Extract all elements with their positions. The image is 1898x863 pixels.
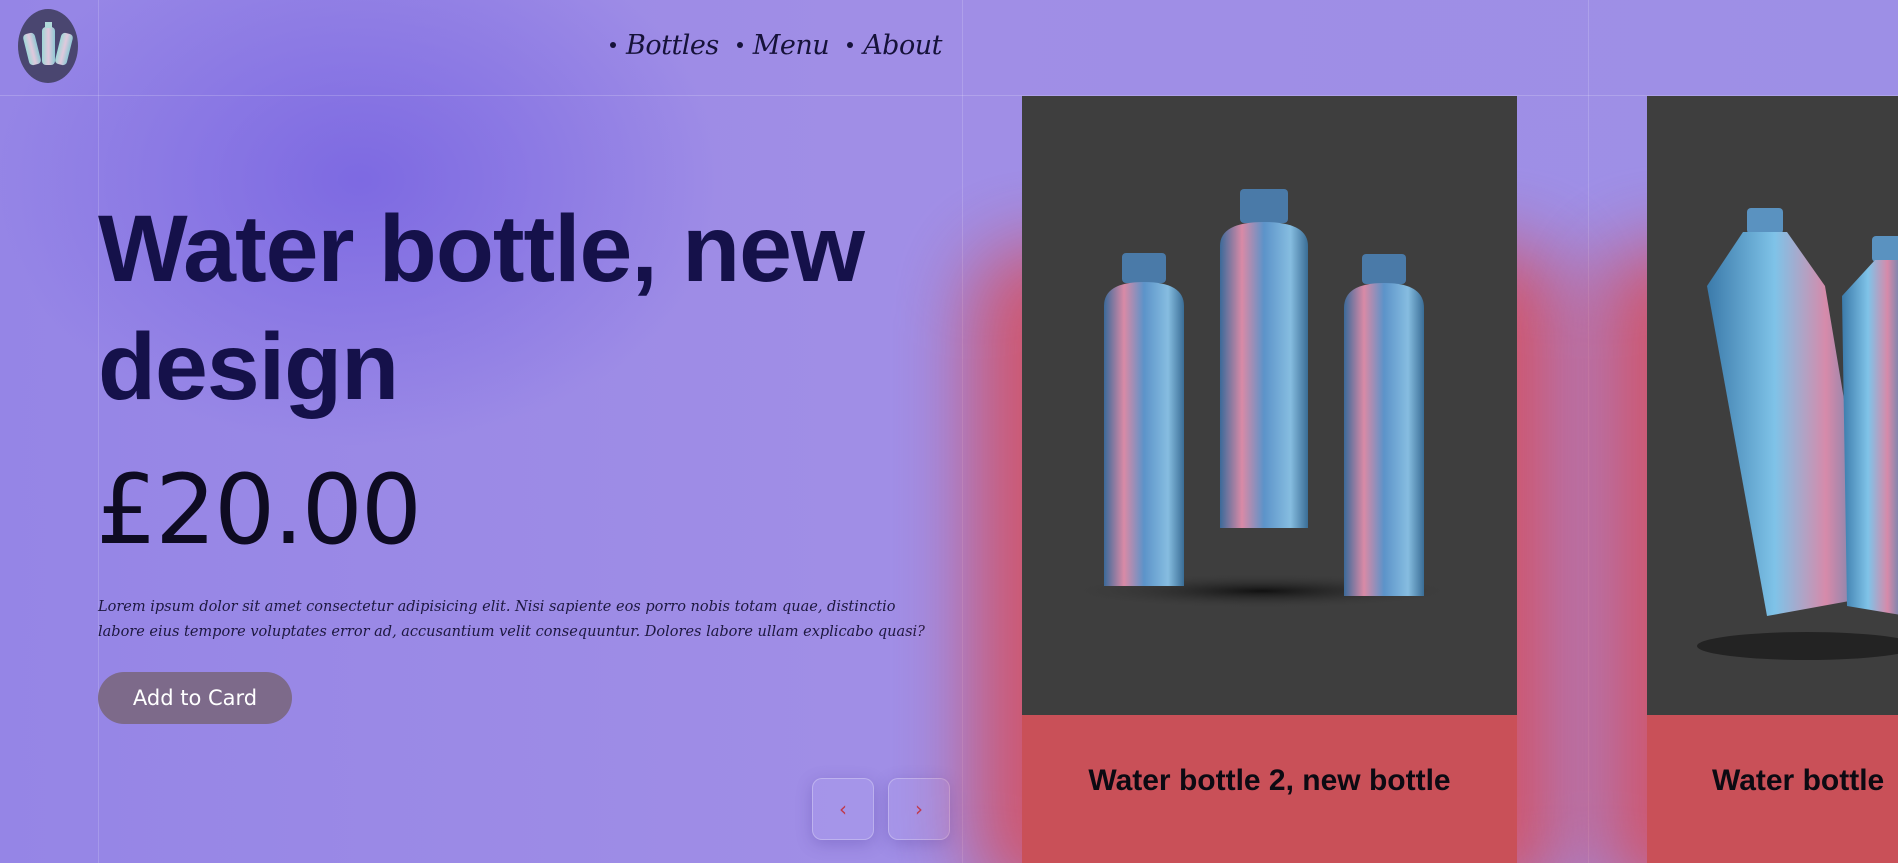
next-button[interactable]: › xyxy=(888,778,950,840)
bullet-icon xyxy=(736,42,743,48)
product-image xyxy=(1647,96,1898,715)
bottles-logo-icon xyxy=(23,22,73,66)
nav-label: About xyxy=(863,29,942,61)
product-title: Water bottle, new design xyxy=(98,196,865,420)
product-price: £20.00 xyxy=(96,454,422,566)
bottles-image xyxy=(1062,189,1462,609)
bottles-image xyxy=(1697,208,1898,660)
product-card[interactable]: Water bottle 2, new bottle xyxy=(972,96,1567,863)
grid-line xyxy=(1588,0,1589,863)
main-nav: Bottles Menu About xyxy=(610,20,942,70)
chevron-left-icon: ‹ xyxy=(839,797,847,821)
nav-item-menu[interactable]: Menu xyxy=(736,29,830,61)
grid-line xyxy=(962,0,963,863)
page: Bottles Menu About Water bottle, new des… xyxy=(0,0,1898,863)
nav-label: Bottles xyxy=(626,29,719,61)
product-description: Lorem ipsum dolor sit amet consectetur a… xyxy=(98,599,925,640)
card-title: Water bottle xyxy=(1712,764,1885,797)
logo[interactable] xyxy=(18,9,78,83)
nav-label: Menu xyxy=(752,29,830,61)
nav-item-bottles[interactable]: Bottles xyxy=(610,30,719,61)
add-to-cart-button[interactable]: Add to Card xyxy=(98,672,292,724)
product-card[interactable]: Water bottle xyxy=(1597,96,1898,863)
nav-item-about[interactable]: About xyxy=(847,30,942,61)
grid-line xyxy=(98,0,99,863)
product-image xyxy=(1022,96,1517,715)
prev-button[interactable]: ‹ xyxy=(812,778,874,840)
card-title: Water bottle 2, new bottle xyxy=(1088,764,1451,797)
chevron-right-icon: › xyxy=(915,797,923,821)
header-divider xyxy=(0,95,1898,96)
bullet-icon xyxy=(610,42,616,48)
bullet-icon xyxy=(847,42,854,48)
